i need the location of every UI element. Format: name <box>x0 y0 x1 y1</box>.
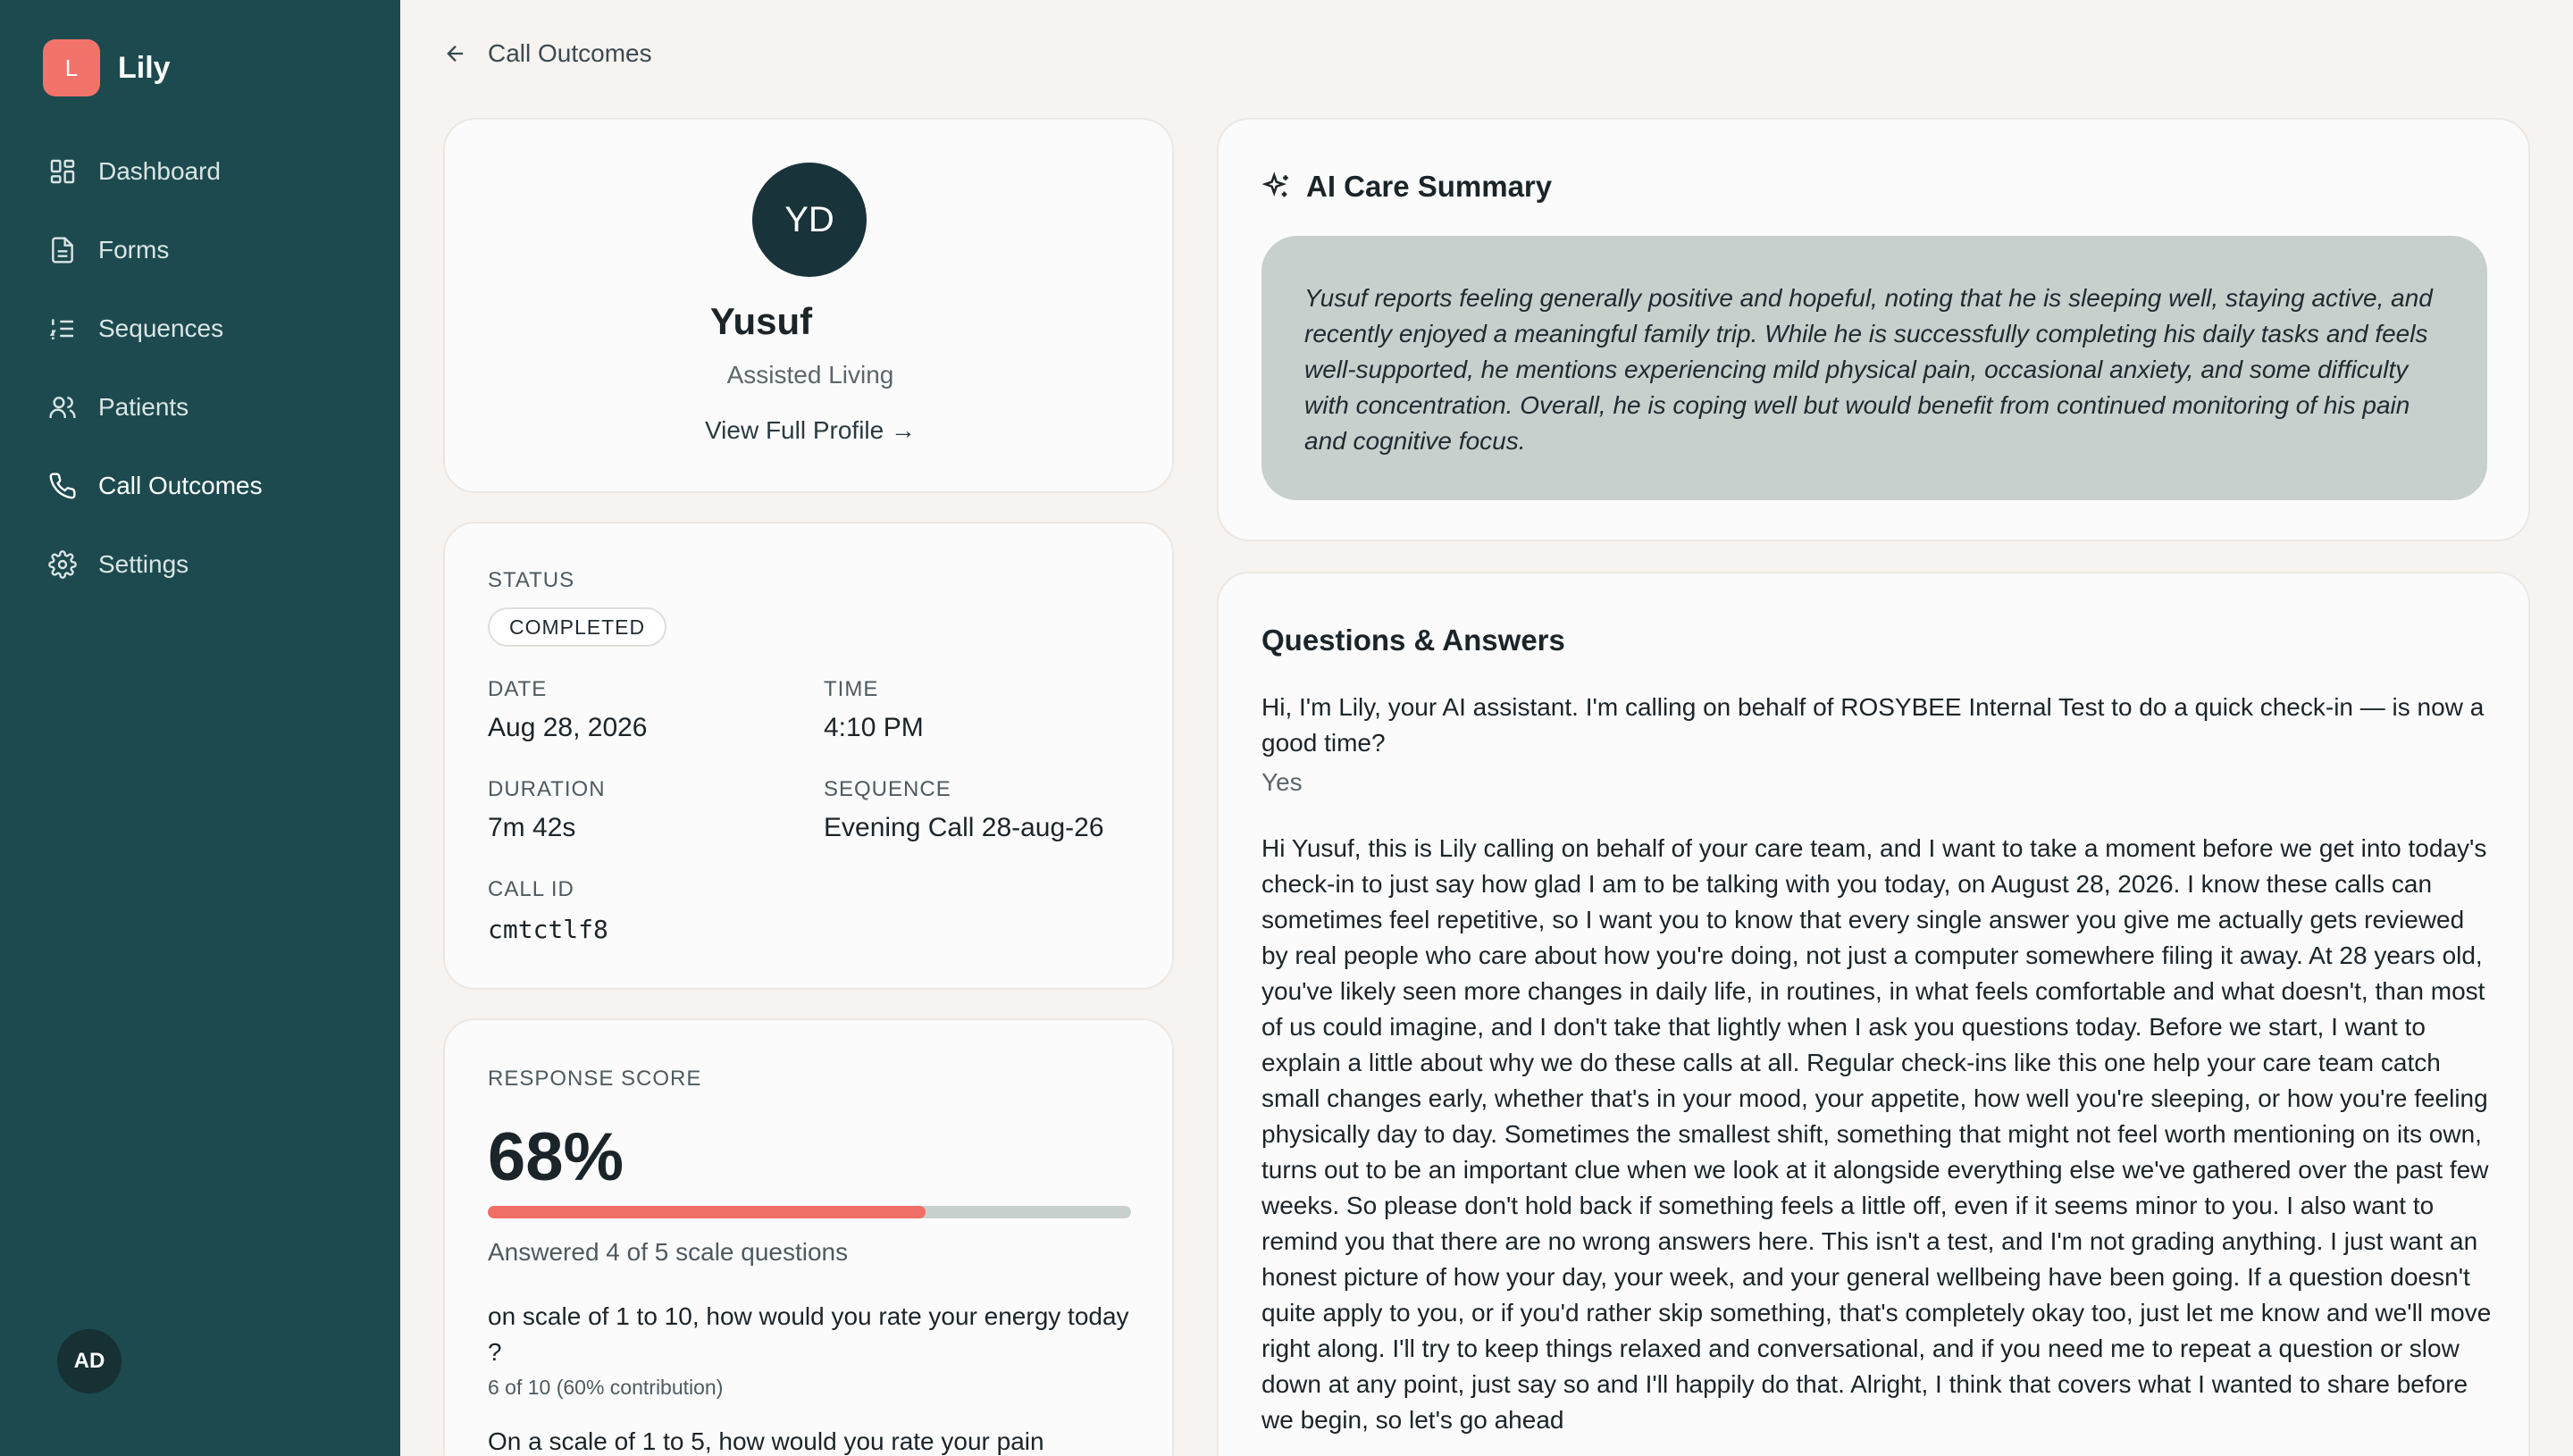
document-icon <box>52 237 73 264</box>
time-label: TIME <box>824 677 879 701</box>
duration-label: DURATION <box>488 777 606 801</box>
sidebar-item-label: Call Outcomes <box>98 472 263 499</box>
brand-name: Lily <box>118 50 171 85</box>
ai-care-summary-card: AI Care Summary Yusuf reports feeling ge… <box>1217 118 2530 541</box>
qa-title: Questions & Answers <box>1261 623 1565 657</box>
gear-icon <box>48 550 77 579</box>
duration-value: 7m 42s <box>488 813 576 842</box>
qa-question: Hi, I'm Lily, your AI assistant. I'm cal… <box>1261 693 2485 757</box>
view-profile-link[interactable]: View Full Profile → <box>445 416 1176 445</box>
ai-summary-title: AI Care Summary <box>1261 170 1552 204</box>
qa-answer: Yes <box>1261 768 1303 796</box>
call-details-card: STATUS COMPLETED DATE Aug 28, 2026 TIME … <box>443 522 1174 990</box>
sidebar-item-label: Dashboard <box>98 157 221 185</box>
sidebar-nav: Dashboard Forms Sequences Patients Call … <box>32 143 372 615</box>
grid-icon <box>50 159 75 184</box>
score-label: RESPONSE SCORE <box>488 1067 702 1091</box>
sidebar: L Lily Dashboard Forms Sequences Patient… <box>0 0 400 1456</box>
score-progress-fill <box>488 1206 926 1218</box>
list-ordered-icon <box>49 319 73 339</box>
patient-avatar: YD <box>752 163 867 277</box>
sidebar-item-dashboard[interactable]: Dashboard <box>32 143 372 200</box>
scale-question: on scale of 1 to 10, how would you rate … <box>488 1302 1129 1366</box>
qa-question: Hi Yusuf, this is Lily calling on behalf… <box>1261 834 2492 1434</box>
sidebar-item-patients[interactable]: Patients <box>32 379 372 436</box>
call-id-value: cmtctlf8 <box>488 915 608 944</box>
sidebar-item-label: Patients <box>98 393 189 421</box>
users-icon <box>49 397 76 418</box>
arrow-left-icon <box>447 46 464 62</box>
user-avatar[interactable]: AD <box>57 1329 122 1393</box>
date-label: DATE <box>488 677 548 701</box>
questions-answers-card: Questions & Answers Hi, I'm Lily, your A… <box>1217 572 2530 1456</box>
call-id-label: CALL ID <box>488 877 574 901</box>
patient-facility: Assisted Living <box>726 361 894 389</box>
brand-logo: L <box>43 39 100 96</box>
score-value: 68% <box>488 1119 624 1195</box>
back-link-label: Call Outcomes <box>488 39 652 67</box>
status-badge: COMPLETED <box>488 607 667 647</box>
status-label: STATUS <box>488 568 575 592</box>
patient-name: Yusuf <box>709 300 813 342</box>
sidebar-item-label: Forms <box>98 236 170 264</box>
phone-icon <box>49 473 76 499</box>
sidebar-item-label: Sequences <box>98 314 224 342</box>
ai-summary-text: Yusuf reports feeling generally positive… <box>1261 236 2487 500</box>
back-link[interactable]: Call Outcomes <box>443 39 652 68</box>
score-progress-bar <box>488 1206 1131 1218</box>
sidebar-item-call-outcomes[interactable]: Call Outcomes <box>32 457 372 515</box>
scale-question: On a scale of 1 to 5, how would you rate… <box>488 1427 1044 1455</box>
patient-profile-card: YD Yusuf Assisted Living View Full Profi… <box>443 118 1174 493</box>
sidebar-item-forms[interactable]: Forms <box>32 222 372 279</box>
score-summary: Answered 4 of 5 scale questions <box>488 1238 849 1266</box>
ai-summary-title-text: AI Care Summary <box>1306 170 1553 203</box>
sidebar-item-sequences[interactable]: Sequences <box>32 300 372 357</box>
sidebar-item-label: Settings <box>98 550 189 578</box>
sequence-value: Evening Call 28-aug-26 <box>824 813 1104 842</box>
brand[interactable]: L Lily <box>43 39 171 96</box>
time-value: 4:10 PM <box>824 713 924 742</box>
sparkles-icon <box>1261 172 1288 197</box>
sidebar-item-settings[interactable]: Settings <box>32 536 372 593</box>
scale-question-result: 6 of 10 (60% contribution) <box>488 1376 724 1399</box>
date-value: Aug 28, 2026 <box>488 713 648 742</box>
response-score-card: RESPONSE SCORE 68% Answered 4 of 5 scale… <box>443 1018 1174 1456</box>
sequence-label: SEQUENCE <box>824 777 951 801</box>
